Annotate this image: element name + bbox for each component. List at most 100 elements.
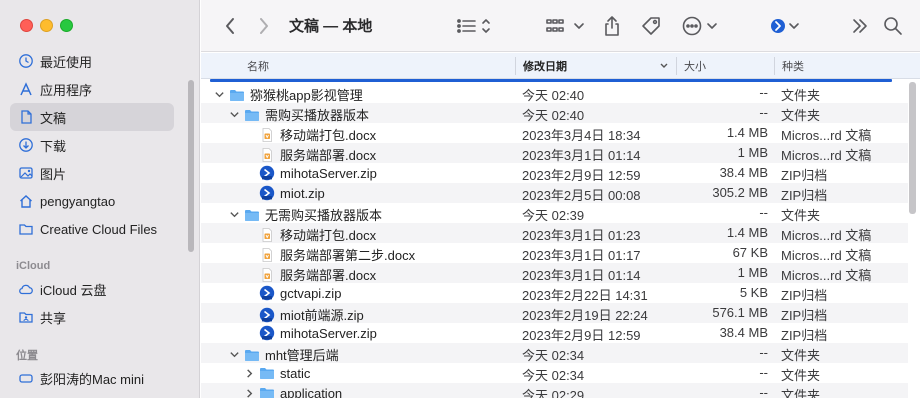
sidebar-item[interactable]: 最近使用 [10, 47, 174, 75]
sidebar-scrollbar[interactable] [188, 80, 194, 252]
minimize-window-button[interactable] [40, 19, 53, 32]
sidebar-item[interactable]: 彭阳涛的Mac mini [10, 364, 174, 392]
folder-row[interactable]: mht管理后端 今天 02:34 -- 文件夹 [201, 343, 908, 363]
sidebar-item[interactable]: 下载 [10, 131, 174, 159]
word-document-icon [259, 147, 275, 163]
folder-row[interactable]: static 今天 02:34 -- 文件夹 [201, 363, 908, 383]
date-cell: 2023年2月22日 14:31 [522, 288, 648, 303]
file-name: 无需购买播放器版本 [265, 208, 383, 223]
size-cell: -- [759, 345, 768, 360]
sidebar-item-label: pengyangtao [40, 193, 116, 209]
size-cell: -- [759, 105, 768, 120]
back-button[interactable] [219, 14, 241, 38]
column-kind[interactable]: 种类 [782, 53, 804, 79]
file-name: static [280, 365, 311, 381]
size-cell: 38.4 MB [719, 165, 768, 180]
file-name: 需购买播放器版本 [265, 108, 370, 123]
chevron-right-icon[interactable] [243, 365, 255, 381]
grid-icon [546, 19, 584, 32]
file-name: 服务端部署.docx [280, 268, 377, 283]
column-date[interactable]: 修改日期 [523, 53, 673, 79]
chevron-down-icon[interactable] [228, 207, 240, 223]
size-cell: -- [759, 385, 768, 398]
zip-archive-icon [259, 307, 275, 323]
name-cell: mihotaServer.zip [243, 165, 377, 181]
close-window-button[interactable] [20, 19, 33, 32]
sidebar-item[interactable]: 共享 [10, 303, 174, 331]
file-row[interactable]: 服务端部署第二步.docx 2023年3月1日 01:17 67 KB Micros.… [201, 243, 908, 263]
share-icon [605, 16, 619, 36]
extension-button[interactable] [767, 14, 803, 38]
date-cell: 2023年2月9日 12:59 [522, 328, 641, 343]
column-name[interactable]: 名称 [247, 53, 269, 79]
sidebar-item-label: Creative Cloud Files [40, 221, 158, 237]
file-row[interactable]: 服务端部署.docx 2023年3月1日 01:14 1 MB Micros...rd… [201, 263, 908, 283]
column-name-label: 名称 [247, 61, 269, 73]
file-row[interactable]: mihotaServer.zip 2023年2月9日 12:59 38.4 MB ZI… [201, 323, 908, 343]
clock-icon [18, 53, 34, 69]
name-cell: 移动端打包.docx [243, 125, 376, 144]
more-icon [682, 16, 717, 36]
file-name: gctvapi.zip [280, 285, 342, 301]
folder-row[interactable]: 需购买播放器版本 今天 02:40 -- 文件夹 [201, 103, 908, 123]
size-cell: 1 MB [737, 265, 768, 280]
file-name: 服务端部署第二步.docx [280, 248, 416, 263]
more-toolbar-button[interactable] [850, 14, 870, 38]
column-size[interactable]: 大小 [684, 53, 706, 79]
file-row[interactable]: 移动端打包.docx 2023年3月1日 01:23 1.4 MB Micros...… [201, 223, 908, 243]
folder-row[interactable]: application 今天 02:29 -- 文件夹 [201, 383, 908, 398]
file-row[interactable]: miot前端源.zip 2023年2月19日 22:24 576.1 MB ZIP归档 [201, 303, 908, 323]
chevron-right-icon[interactable] [243, 385, 255, 398]
cloud-icon [18, 281, 34, 297]
sidebar-item[interactable]: 文稿 [10, 103, 174, 131]
file-row[interactable]: miot.zip 2023年2月5日 00:08 305.2 MB ZIP归档 [201, 183, 908, 203]
column-size-label: 大小 [684, 61, 706, 73]
file-row[interactable]: 移动端打包.docx 2023年3月4日 18:34 1.4 MB Micros...… [201, 123, 908, 143]
kind-cell: 文件夹 [781, 348, 821, 363]
date-cell: 2023年2月19日 22:24 [522, 308, 648, 323]
sidebar-item[interactable]: iCloud 云盘 [10, 275, 174, 303]
date-cell: 2023年3月4日 18:34 [522, 128, 641, 143]
name-cell: 猕猴桃app影视管理 [213, 85, 363, 104]
chevron-down-icon[interactable] [228, 107, 240, 123]
folder-row[interactable]: 猕猴桃app影视管理 今天 02:40 -- 文件夹 [201, 83, 908, 103]
group-button[interactable] [545, 14, 587, 38]
sidebar-item-label: 最近使用 [40, 54, 93, 70]
sidebar-item[interactable]: Creative Cloud Files [10, 215, 174, 243]
download-icon [18, 137, 34, 153]
file-row[interactable]: 服务端部署.docx 2023年3月1日 01:14 1 MB Micros...rd… [201, 143, 908, 163]
zip-archive-icon [259, 185, 275, 201]
action-button[interactable] [681, 14, 721, 38]
list-view-button[interactable] [455, 14, 495, 38]
chevron-down-icon[interactable] [228, 347, 240, 363]
size-cell: -- [759, 365, 768, 380]
sidebar-item-label: 彭阳涛的Mac mini [40, 371, 145, 387]
name-cell: 服务端部署.docx [243, 145, 376, 164]
tag-button[interactable] [639, 14, 663, 38]
chevron-down-icon[interactable] [213, 87, 225, 103]
zoom-window-button[interactable] [60, 19, 73, 32]
file-name: 移动端打包.docx [280, 228, 377, 243]
computer-icon [18, 370, 34, 386]
file-list-scrollbar[interactable] [909, 82, 916, 214]
file-row[interactable]: mihotaServer.zip 2023年2月9日 12:59 38.4 MB ZI… [201, 163, 908, 183]
share-button[interactable] [601, 14, 623, 38]
kind-cell: ZIP归档 [781, 288, 828, 303]
shared-folder-icon [18, 309, 34, 325]
kind-cell: Micros...rd 文稿 [781, 268, 872, 283]
sidebar-item[interactable]: 应用程序 [10, 75, 174, 103]
file-row[interactable]: gctvapi.zip 2023年2月22日 14:31 5 KB ZIP归档 [201, 283, 908, 303]
sidebar-item[interactable]: pengyangtao [10, 187, 174, 215]
search-button[interactable] [882, 14, 904, 38]
name-cell: mihotaServer.zip [243, 325, 377, 341]
date-cell: 2023年2月9日 12:59 [522, 168, 641, 183]
sidebar: iCloud 位置 最近使用 应用程序 文稿 下载 图片 pengyangtao Creat… [0, 0, 200, 398]
name-cell: miot.zip [243, 185, 325, 201]
date-cell: 2023年3月1日 01:14 [522, 268, 641, 283]
forward-button[interactable] [253, 14, 275, 38]
folder-row[interactable]: 无需购买播放器版本 今天 02:39 -- 文件夹 [201, 203, 908, 223]
sidebar-item[interactable]: 图片 [10, 159, 174, 187]
